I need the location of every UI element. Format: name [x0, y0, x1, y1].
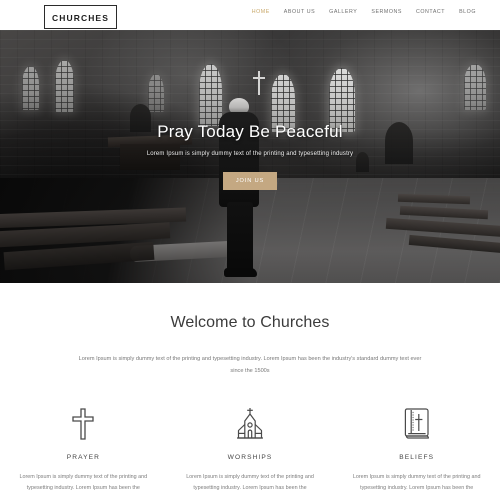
feature-card-prayer[interactable]: PRAYER Lorem Ipsum is simply dummy text …: [0, 404, 167, 494]
welcome-text: Lorem Ipsum is simply dummy text of the …: [78, 356, 422, 375]
cross-icon: [16, 404, 151, 444]
site-header: CHURCHES HOME ABOUT US GALLERY SERMONS C…: [0, 0, 500, 30]
welcome-section: Welcome to Churches Lorem Ipsum is simpl…: [0, 283, 500, 377]
site-logo-text: CHURCHES: [52, 13, 109, 23]
feature-text: Lorem Ipsum is simply dummy text of the …: [352, 474, 481, 491]
join-us-button[interactable]: JOIN US: [222, 171, 278, 190]
feature-title: BELIEFS: [399, 454, 435, 461]
feature-title: PRAYER: [66, 454, 100, 461]
hero-title: Pray Today Be Peaceful: [157, 122, 343, 141]
welcome-title: Welcome to Churches: [170, 314, 330, 331]
nav-item-home[interactable]: HOME: [252, 9, 270, 15]
feature-card-beliefs[interactable]: BELIEFS Lorem Ipsum is simply dummy text…: [333, 404, 500, 494]
site-logo[interactable]: CHURCHES: [44, 5, 117, 29]
nav-item-blog[interactable]: BLOG: [459, 9, 476, 15]
hero-subtitle: Lorem Ipsum is simply dummy text of the …: [146, 150, 354, 157]
nav-item-gallery[interactable]: GALLERY: [329, 9, 357, 15]
hero-content: Pray Today Be Peaceful Lorem Ipsum is si…: [0, 30, 500, 283]
nav-item-sermons[interactable]: SERMONS: [371, 9, 402, 15]
church-icon: [183, 404, 318, 444]
bible-icon: [349, 404, 484, 444]
feature-title: WORSHIPS: [227, 454, 273, 461]
main-navigation: HOME ABOUT US GALLERY SERMONS CONTACT BL…: [252, 9, 476, 15]
feature-text: Lorem Ipsum is simply dummy text of the …: [186, 474, 314, 491]
page-root: CHURCHES HOME ABOUT US GALLERY SERMONS C…: [0, 0, 500, 500]
feature-text: Lorem Ipsum is simply dummy text of the …: [19, 474, 148, 491]
nav-item-contact[interactable]: CONTACT: [416, 9, 445, 15]
nav-item-about-us[interactable]: ABOUT US: [284, 9, 315, 15]
hero-banner: Pray Today Be Peaceful Lorem Ipsum is si…: [0, 30, 500, 283]
features-section: PRAYER Lorem Ipsum is simply dummy text …: [0, 404, 500, 494]
feature-card-worships[interactable]: WORSHIPS Lorem Ipsum is simply dummy tex…: [167, 404, 334, 494]
